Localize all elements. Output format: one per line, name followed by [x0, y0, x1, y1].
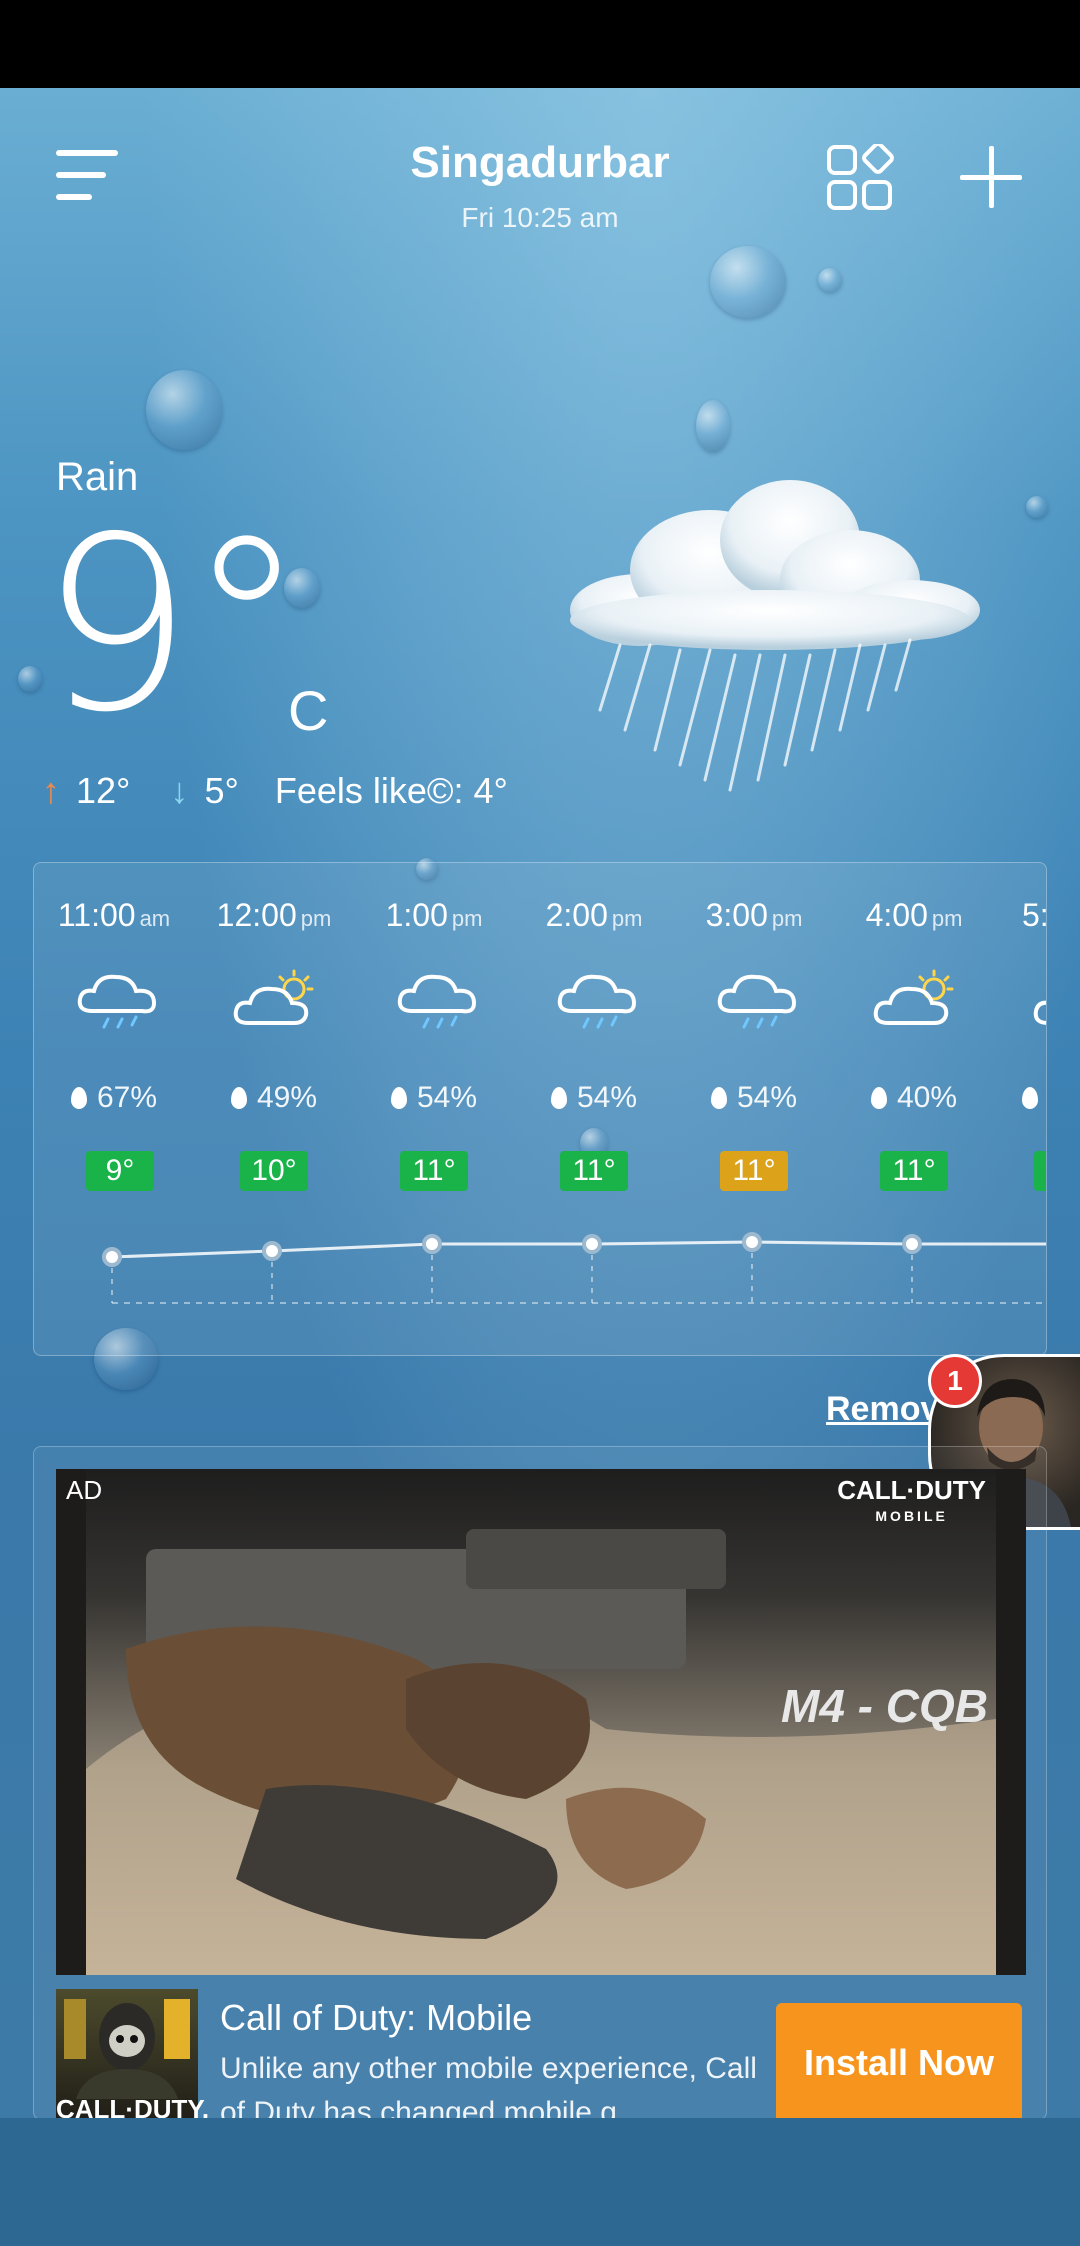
raindrop-decoration: [1026, 496, 1048, 518]
raindrop-icon: [710, 1087, 727, 1109]
raindrop-decoration: [818, 268, 842, 292]
raindrop-decoration: [710, 246, 786, 318]
raindrop-icon: [70, 1087, 87, 1109]
feels-like: Feels like©: 4°: [274, 770, 508, 811]
partly-cloudy-icon: [873, 969, 954, 1025]
city-name[interactable]: Singadurbar: [340, 138, 740, 188]
high-low-row: ↑ 12° ↓ 5° Feels like©: 4°: [42, 770, 508, 812]
raindrop-icon: [390, 1087, 407, 1109]
game-logo: CALL·DUTY MOBILE: [837, 1475, 986, 1524]
temperature-point: [902, 1234, 922, 1254]
partly-cloudy-icon: [1033, 1000, 1046, 1025]
ad-media[interactable]: AD CALL·DUTY MOBILE M4 - CQB: [56, 1469, 1026, 1975]
ad-media-caption: M4 - CQB: [781, 1680, 988, 1732]
rain-cloud-icon: [77, 974, 157, 1029]
rain-cloud-icon: [570, 480, 980, 792]
menu-icon[interactable]: [56, 150, 118, 204]
notification-badge: 1: [928, 1354, 982, 1408]
hour-precip: 49%: [194, 1081, 354, 1115]
hour-time: 3:00 pm: [705, 897, 803, 933]
raindrop-decoration: [146, 370, 222, 450]
hour-precip: 40%: [834, 1081, 994, 1115]
hour-temp-badge: 10°: [240, 1151, 308, 1191]
current-datetime: Fri 10:25 am: [461, 202, 619, 233]
hour-time: 12:00 pm: [216, 897, 332, 933]
ad-label: AD: [66, 1475, 103, 1505]
temperature-unit[interactable]: C: [288, 678, 328, 743]
install-now-button[interactable]: Install Now: [776, 2003, 1022, 2119]
hour-temp-badge: 11°: [560, 1151, 628, 1191]
arrow-down-icon: ↓: [170, 770, 189, 811]
ad-icon-text: CALL·DUTY.: [56, 2094, 210, 2120]
ad-description: Unlike any other mobile experience, Call…: [220, 2052, 757, 2120]
ad-app-icon[interactable]: CALL·DUTY.: [56, 1989, 210, 2120]
hour-temp-badge: 11°: [720, 1151, 788, 1191]
ad-card[interactable]: AD CALL·DUTY MOBILE M4 - CQB CALL·DUTY. C…: [33, 1446, 1047, 2120]
bottom-background: [0, 2118, 1080, 2246]
hour-time: 1:00 pm: [385, 897, 483, 933]
arrow-up-icon: ↑: [42, 770, 60, 811]
add-location-icon[interactable]: [960, 146, 1022, 208]
raindrop-icon: [550, 1087, 567, 1109]
low-temperature: 5°: [204, 770, 239, 811]
temperature-point: [422, 1234, 442, 1254]
remove-ads-link[interactable]: Remov: [826, 1390, 939, 1429]
hour-temp-badge: 11°: [880, 1151, 948, 1191]
raindrop-decoration: [696, 400, 730, 452]
rain-cloud-icon: [397, 974, 477, 1029]
hour-precip: [994, 1081, 1046, 1115]
raindrop-decoration: [18, 666, 42, 692]
hour-precip: 54%: [354, 1081, 514, 1115]
temperature-point: [582, 1234, 602, 1254]
hour-temp-badge: 9°: [86, 1151, 154, 1191]
hourly-forecast-panel[interactable]: 11:00 am 67% 9° 12:00 pm 49% 10° 1:00 pm 54…: [33, 862, 1047, 1356]
hour-time: 5:: [1022, 897, 1047, 933]
temperature-point: [102, 1247, 122, 1267]
hour-precip: 54%: [674, 1081, 834, 1115]
rain-cloud-icon: [557, 974, 637, 1029]
raindrop-icon: [230, 1087, 247, 1109]
hour-time: 11:00 am: [57, 897, 171, 933]
raindrop-icon: [1022, 1087, 1038, 1109]
hour-time: 4:00 pm: [865, 897, 963, 933]
temperature-point: [262, 1241, 282, 1261]
ad-title[interactable]: Call of Duty: Mobile: [220, 1997, 532, 2039]
hour-temp-badge: 11°: [400, 1151, 468, 1191]
hour-time: 2:00 pm: [545, 897, 643, 933]
high-temperature: 12°: [76, 770, 131, 811]
hour-temp-badge: [1034, 1151, 1046, 1191]
hour-precip: 54%: [514, 1081, 674, 1115]
current-temperature: 9°: [40, 485, 307, 765]
widgets-grid-icon[interactable]: [826, 144, 894, 212]
rain-cloud-icon: [717, 974, 797, 1029]
raindrop-icon: [870, 1087, 887, 1109]
hour-precip: 67%: [34, 1081, 194, 1115]
temperature-point: [742, 1232, 762, 1252]
status-bar: [0, 0, 1080, 88]
partly-cloudy-icon: [233, 969, 314, 1025]
